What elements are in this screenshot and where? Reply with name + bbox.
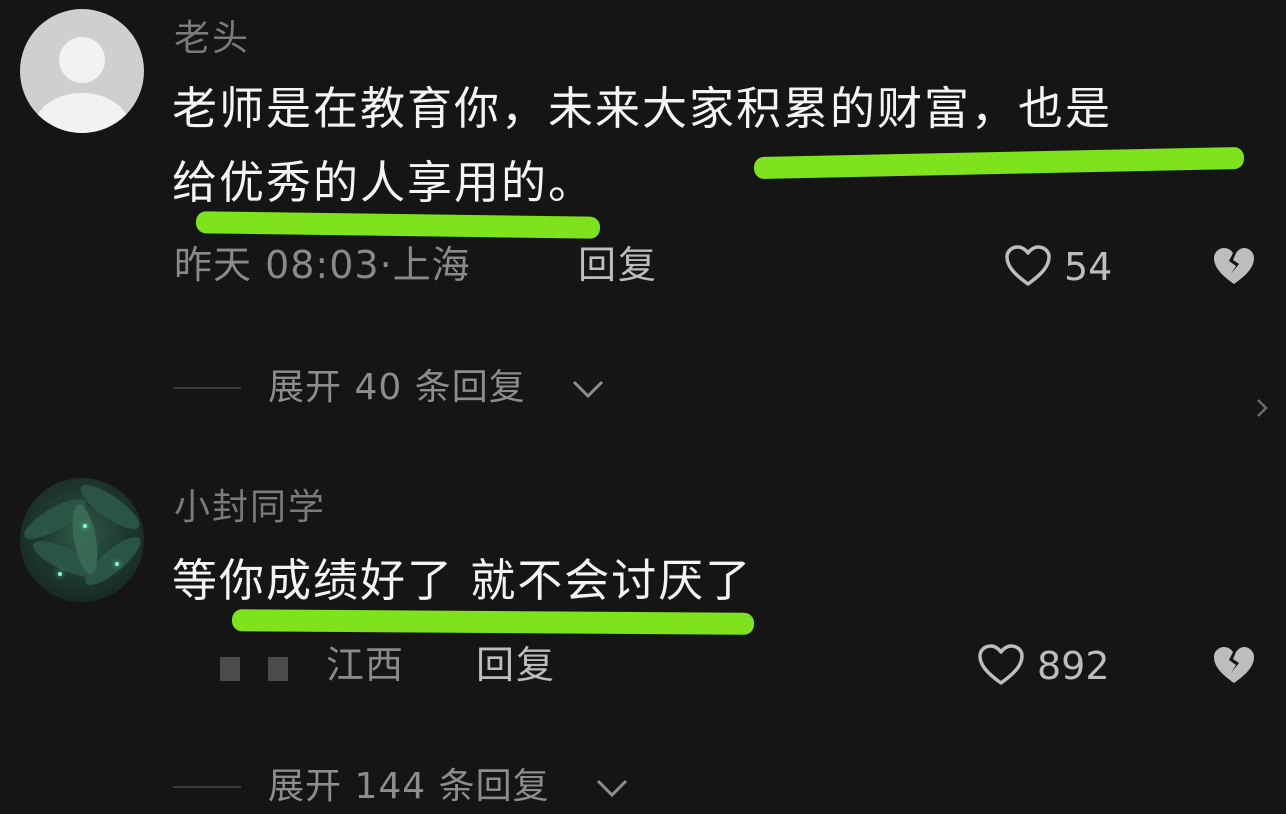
highlight-stroke	[231, 609, 755, 635]
reply-divider	[173, 786, 241, 788]
comment-screen: 老头 老师是在教育你，未来大家积累的财富，也是 给优秀的人享用的。 昨天 08:…	[0, 0, 1286, 814]
avatar-glow	[83, 524, 87, 528]
broken-heart-icon[interactable]	[1211, 246, 1257, 288]
redaction-block	[220, 657, 240, 681]
heart-outline-icon[interactable]	[977, 643, 1025, 687]
avatar-glow	[58, 572, 62, 576]
chevron-right-icon[interactable]	[1252, 394, 1272, 422]
like-count: 892	[1037, 644, 1110, 688]
redaction-block	[268, 657, 288, 681]
reply-divider	[173, 387, 241, 389]
avatar-body	[34, 93, 130, 133]
avatar-head	[59, 37, 105, 83]
comment-text-line-1: 老师是在教育你，未来大家积累的财富，也是	[172, 82, 1113, 135]
reply-button[interactable]: 回复	[476, 642, 556, 688]
reply-button[interactable]: 回复	[578, 242, 658, 288]
like-count: 54	[1064, 245, 1113, 289]
highlight-stroke	[753, 146, 1245, 180]
avatar[interactable]	[20, 478, 144, 602]
comment-username[interactable]: 小封同学	[174, 486, 326, 530]
avatar-glow	[115, 562, 119, 566]
chevron-down-icon[interactable]	[594, 776, 630, 800]
avatar[interactable]	[20, 9, 144, 133]
comment-timestamp: 昨天 08:03·上海	[174, 243, 471, 287]
comment-location: 江西	[326, 643, 405, 687]
chevron-down-icon[interactable]	[570, 377, 606, 401]
comment-text: 等你成绩好了 就不会讨厌了	[172, 554, 753, 607]
comment-username[interactable]: 老头	[174, 17, 250, 61]
broken-heart-icon[interactable]	[1211, 645, 1257, 687]
expand-replies-button[interactable]: 展开 40 条回复	[268, 366, 526, 410]
heart-outline-icon[interactable]	[1004, 244, 1052, 288]
expand-replies-button[interactable]: 展开 144 条回复	[268, 765, 550, 809]
comment-text-line-2: 给优秀的人享用的。	[172, 156, 596, 209]
highlight-stroke	[195, 211, 601, 239]
